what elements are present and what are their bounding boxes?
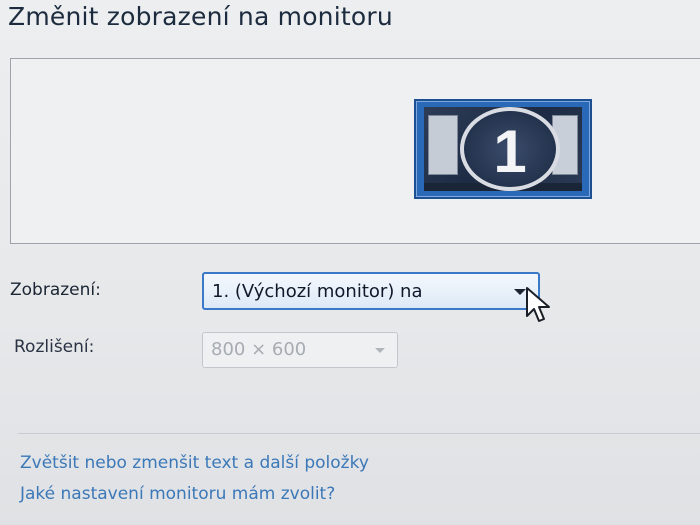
monitor-preview-area	[10, 58, 700, 244]
text-size-link[interactable]: Zvětšit nebo zmenšit text a další položk…	[20, 453, 369, 473]
monitor-number: 1	[493, 118, 527, 185]
page-title: Změnit zobrazení na monitoru	[8, 2, 393, 31]
monitor-thumbnail[interactable]: 1	[414, 99, 592, 199]
display-label: Zobrazení:	[10, 280, 101, 300]
resolution-select[interactable]: 800 × 600	[202, 332, 398, 368]
display-select[interactable]: 1. (Výchozí monitor) na	[202, 272, 540, 310]
arrow-cursor-icon	[526, 287, 550, 322]
monitor-screen: 1	[424, 107, 582, 191]
display-settings-window: Změnit zobrazení na monitoru 1 Zobrazení…	[0, 0, 700, 525]
monitor-number-badge: 1	[460, 107, 560, 191]
mini-window-left	[428, 115, 458, 175]
chevron-down-icon	[375, 348, 385, 353]
separator	[18, 433, 700, 434]
display-select-value: 1. (Výchozí monitor) na	[212, 281, 423, 302]
which-settings-link[interactable]: Jaké nastavení monitoru mám zvolit?	[20, 484, 335, 504]
resolution-select-value: 800 × 600	[211, 339, 307, 360]
resolution-label: Rozlišení:	[14, 337, 95, 357]
